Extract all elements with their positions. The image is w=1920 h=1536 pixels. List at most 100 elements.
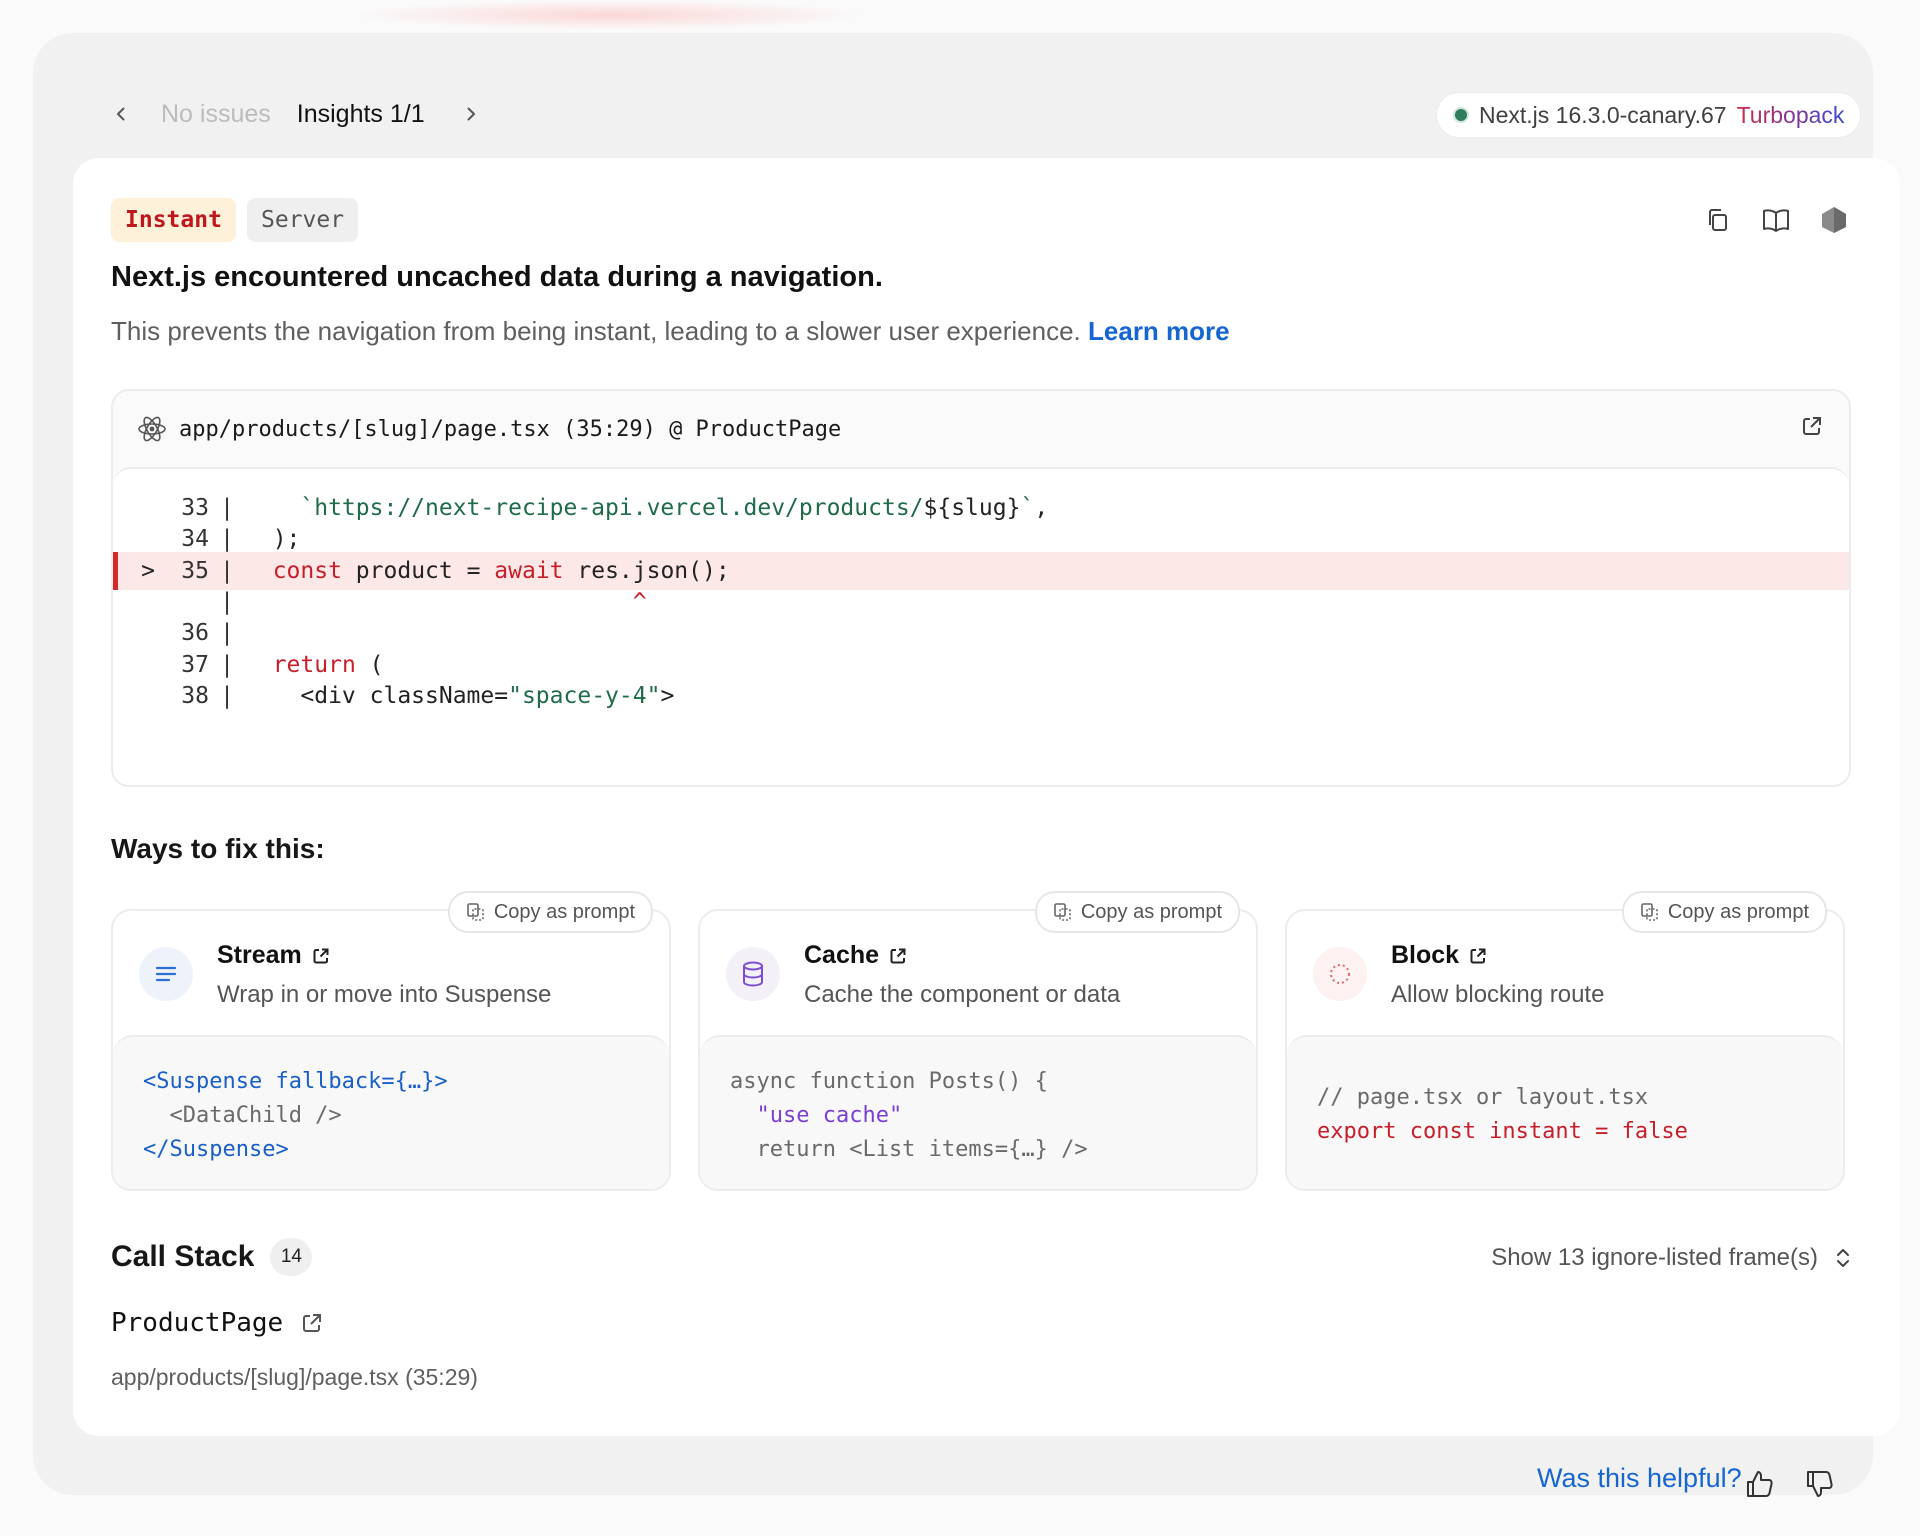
code-token: ^ (632, 588, 647, 615)
line-number: 36 (181, 620, 209, 647)
previous-button[interactable] (103, 96, 139, 132)
line-code: ); (245, 526, 301, 552)
line-number: 34 (181, 526, 209, 553)
call-stack-count: 14 (270, 1238, 313, 1276)
fix-description: Allow blocking route (1391, 981, 1605, 1008)
fix-title-link[interactable]: Block (1391, 941, 1487, 970)
no-issues-tab[interactable]: No issues (161, 100, 271, 129)
nextjs-hexagon-icon[interactable] (1818, 204, 1850, 236)
fix-card-block: Block Allow blocking route // page.tsx or … (1285, 891, 1845, 1191)
next-button[interactable] (453, 96, 489, 132)
fix-description: Cache the component or data (804, 981, 1121, 1008)
fix-title: Cache (804, 941, 880, 969)
code-token: await (494, 557, 564, 584)
fix-code-line: </Suspense> (143, 1133, 639, 1167)
line-code: <div className="space-y-4"> (245, 683, 674, 709)
copy-as-prompt-label: Copy as prompt (1667, 900, 1809, 923)
copy-as-prompt-button[interactable]: Copy as prompt (447, 891, 653, 933)
code-line: 38 | <div className="space-y-4"> (113, 677, 1849, 715)
thumbs-up-icon[interactable] (1741, 1465, 1779, 1503)
line-separator: | (220, 682, 234, 709)
chevron-left-icon (117, 107, 125, 121)
fix-code-snippet: <Suspense fallback={…}> <DataChild /> </S… (113, 1035, 669, 1189)
code-frame-body: 33 | `https://next-recipe-api.vercel.dev/… (113, 467, 1849, 785)
fix-code-line: return <List items={…} /> (730, 1133, 1226, 1167)
database-icon (726, 947, 780, 1001)
code-token: <DataChild /> (143, 1103, 342, 1128)
line-code: `https://next-recipe-api.vercel.dev/prod… (245, 495, 1048, 521)
line-separator: | (220, 495, 234, 521)
line-number: 33 (181, 495, 209, 521)
show-frames-label: Show 13 ignore-listed frame(s) (1491, 1244, 1818, 1271)
fix-title-link[interactable]: Stream (217, 941, 330, 970)
error-title: Next.js encountered uncached data during… (111, 261, 883, 293)
line-separator: | (220, 651, 234, 678)
call-stack-heading: Call Stack 14 (111, 1238, 313, 1276)
code-token: const (272, 557, 342, 584)
code-frame-file: app/products/[slug]/page.tsx (35:29) @ P… (179, 416, 842, 442)
version-label: Next.js 16.3.0-canary.67 (1479, 101, 1727, 128)
fix-card-box: Block Allow blocking route // page.tsx or … (1285, 909, 1845, 1191)
code-token: "use cache" (730, 1103, 903, 1128)
line-code: const product = await res.json(); (245, 558, 730, 584)
open-in-editor-icon[interactable] (301, 1312, 323, 1334)
code-token: return (272, 651, 356, 678)
copy-as-prompt-label: Copy as prompt (493, 900, 635, 923)
code-token: return <List items={…} /> (730, 1137, 1088, 1162)
error-description: This prevents the navigation from being … (111, 316, 1230, 347)
copy-as-prompt-button[interactable]: Copy as prompt (1034, 891, 1240, 933)
external-link-icon (313, 948, 329, 963)
react-icon (138, 416, 166, 442)
code-frame-header: app/products/[slug]/page.tsx (35:29) @ P… (113, 391, 1849, 467)
error-card: Instant Server Next.js encountered uncac… (73, 158, 1900, 1436)
line-number: 38 (181, 682, 209, 709)
fix-card-cache: Cache Cache the component or data async fu… (698, 891, 1258, 1191)
lines-icon (139, 947, 193, 1001)
insights-tab[interactable]: Insights 1/1 (297, 100, 425, 129)
line-number: 35 (181, 557, 209, 584)
line-code: return ( (245, 652, 384, 678)
code-token: product = (341, 557, 495, 584)
line-separator: | (220, 620, 234, 647)
fix-card-stream: Stream Wrap in or move into Suspense <Susp… (111, 891, 671, 1191)
code-token: , (1034, 495, 1049, 521)
helpful-question: Was this helpful? (1537, 1463, 1742, 1493)
open-in-editor-icon[interactable] (1801, 415, 1823, 443)
docs-book-icon[interactable] (1760, 204, 1792, 236)
fix-code-line: <Suspense fallback={…}> (143, 1065, 639, 1099)
fix-title: Block (1391, 941, 1460, 969)
line-separator: | (220, 557, 234, 584)
fix-code-line: <DataChild /> (143, 1099, 639, 1133)
bundler-label: Turbopack (1736, 101, 1845, 128)
code-token: > (660, 682, 675, 709)
code-token: ${slug} (923, 495, 1021, 521)
fix-title-link[interactable]: Cache (804, 941, 907, 970)
issue-navigation: No issues Insights 1/1 (103, 93, 489, 135)
thumbs-down-icon[interactable] (1801, 1465, 1839, 1503)
copy-as-prompt-label: Copy as prompt (1080, 900, 1222, 923)
server-badge: Server (247, 198, 359, 242)
copy-as-prompt-button[interactable]: Copy as prompt (1621, 891, 1827, 933)
code-token: `https://next-recipe-api.vercel.dev/prod… (300, 495, 924, 521)
fix-title: Stream (217, 941, 302, 969)
line-code: ^ (245, 589, 647, 615)
top-glow (350, 0, 870, 30)
code-token: async function Posts() { (730, 1069, 1048, 1094)
copy-icon[interactable] (1702, 204, 1734, 236)
call-stack-title: Call Stack (111, 1240, 255, 1273)
ways-to-fix-heading: Ways to fix this: (111, 833, 325, 864)
version-indicator[interactable]: Next.js 16.3.0-canary.67 Turbopack (1437, 93, 1861, 137)
toolbar (1702, 204, 1850, 236)
stack-frame[interactable]: ProductPage (111, 1308, 323, 1338)
code-token: export const instant = false (1317, 1119, 1688, 1144)
copy-prompt-icon (467, 903, 484, 921)
code-token: "space-y-4" (508, 682, 661, 709)
fix-code-snippet: async function Posts() { "use cache" ret… (700, 1035, 1256, 1189)
external-link-icon (1470, 948, 1486, 963)
fix-card-box: Cache Cache the component or data async fu… (698, 909, 1258, 1191)
show-ignored-frames-button[interactable]: Show 13 ignore-listed frame(s) (1491, 1244, 1852, 1272)
line-marker: > (141, 557, 155, 584)
learn-more-link[interactable]: Learn more (1088, 316, 1230, 346)
